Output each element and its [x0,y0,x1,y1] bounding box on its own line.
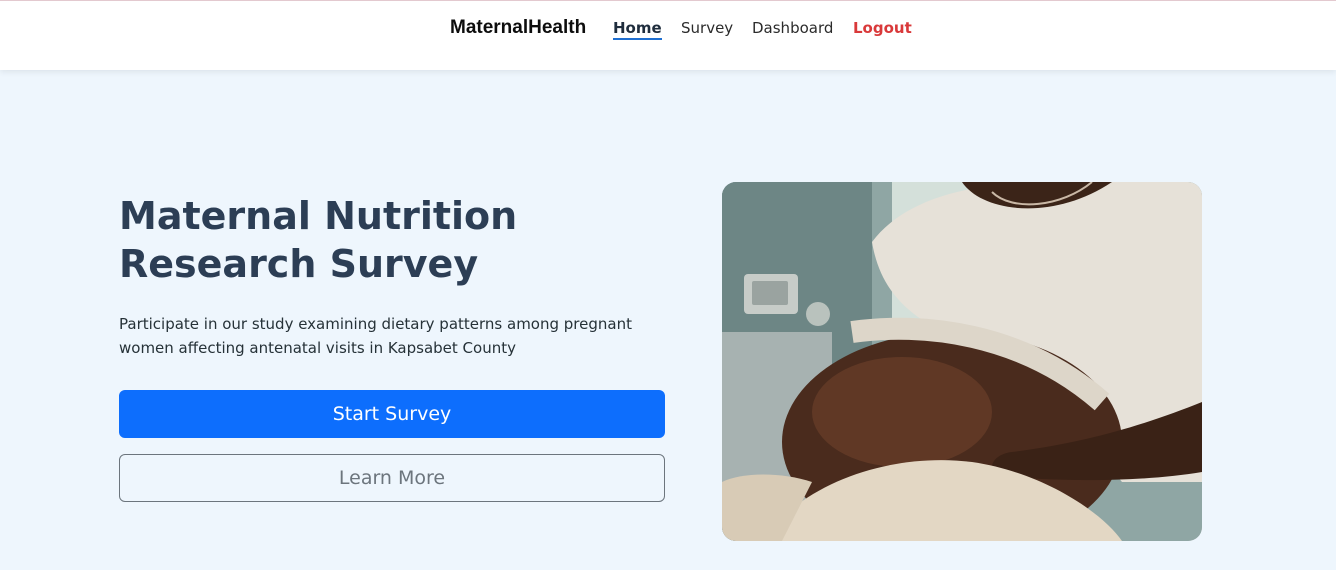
hero-photo-illustration [722,182,1202,541]
nav-link-home[interactable]: Home [613,19,662,40]
learn-more-button[interactable]: Learn More [119,454,665,502]
hero-description: Participate in our study examining dieta… [119,315,632,357]
brand-logo[interactable]: MaternalHealth [450,17,586,39]
hero-image-pregnant-woman [722,182,1202,541]
nav-link-survey[interactable]: Survey [681,19,733,37]
hero-title: Maternal Nutrition Research Survey [119,194,518,286]
nav-link-logout[interactable]: Logout [853,19,912,37]
nav-link-dashboard[interactable]: Dashboard [752,19,833,37]
start-survey-button[interactable]: Start Survey [119,390,665,438]
top-navbar: MaternalHealth Home Survey Dashboard Log… [0,0,1336,70]
